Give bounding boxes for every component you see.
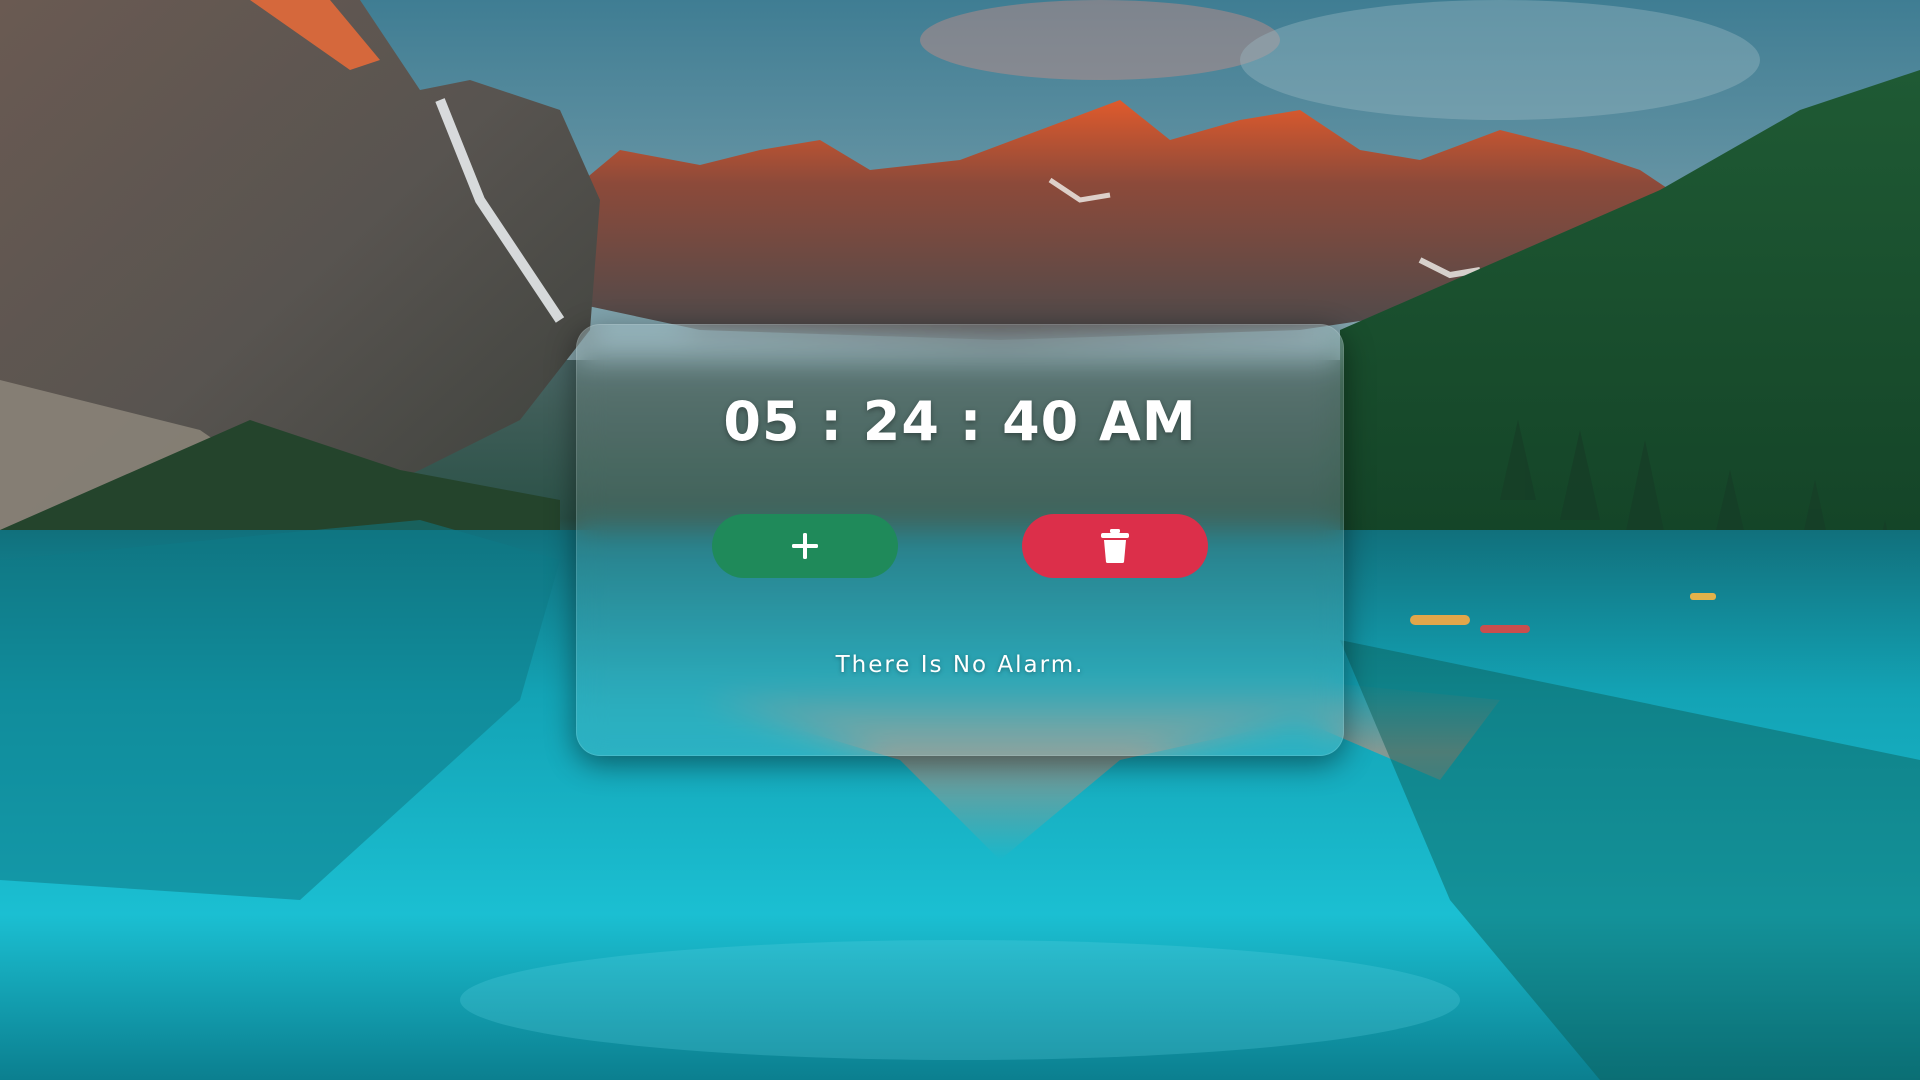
alarm-clock-panel: 05 : 24 : 40 AM There Is No Alarm.	[576, 324, 1344, 756]
plus-icon	[792, 533, 818, 559]
add-alarm-button[interactable]	[712, 514, 898, 578]
no-alarm-message: There Is No Alarm.	[835, 652, 1085, 678]
background-scene: 05 : 24 : 40 AM There Is No Alarm.	[0, 0, 1920, 1080]
trash-icon	[1101, 529, 1129, 563]
delete-alarm-button[interactable]	[1022, 514, 1208, 578]
current-time-display: 05 : 24 : 40 AM	[723, 390, 1197, 453]
